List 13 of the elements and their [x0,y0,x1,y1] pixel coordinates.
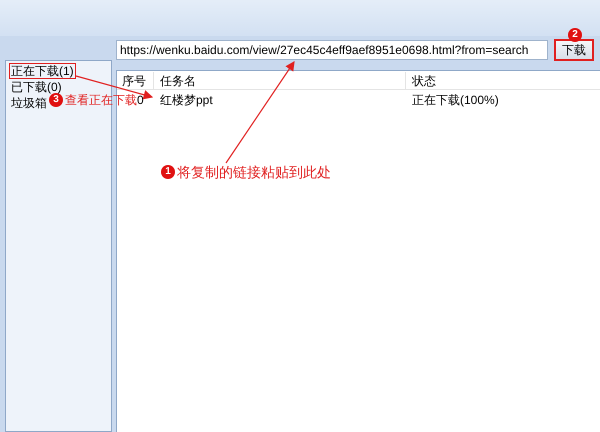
sidebar-item[interactable]: 正在下载(1) [9,63,76,79]
column-header[interactable]: 任务名 [153,72,405,90]
table-cell: 正在下载(100%) [412,93,499,107]
url-field[interactable]: https://wenku.baidu.com/view/27ec45c4eff9aef8951e0698.html?from=search [116,40,548,60]
column-header[interactable]: 状态 [405,72,600,90]
download-button[interactable]: 下载 [554,39,594,61]
sidebar-item[interactable]: 已下载(0) [9,79,64,95]
annotation-text: 查看正在下载 [65,94,137,106]
table-cell: 0 [137,93,144,107]
sidebar-item[interactable]: 垃圾箱 [9,95,49,111]
annotation-text: 将复制的链接粘贴到此处 [177,165,331,179]
column-header[interactable]: 序号 [117,72,153,90]
table-cell: 红楼梦ppt [160,93,213,107]
